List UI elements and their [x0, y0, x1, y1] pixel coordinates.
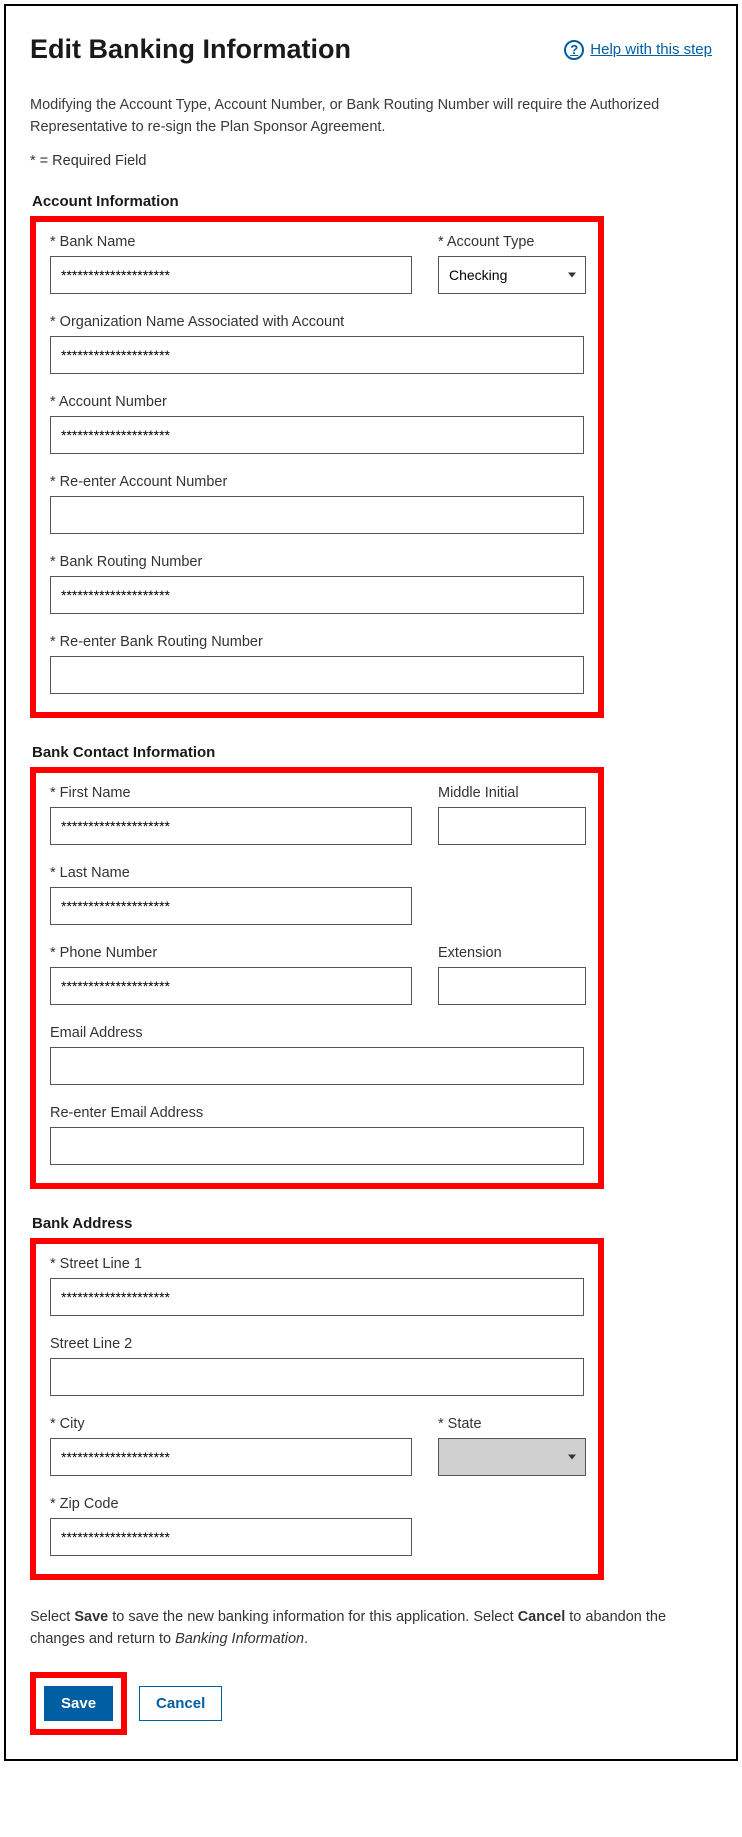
state-label: * State	[438, 1416, 586, 1432]
required-note: * = Required Field	[30, 153, 712, 169]
org-name-label: * Organization Name Associated with Acco…	[50, 314, 584, 330]
help-icon: ?	[564, 40, 584, 60]
account-info-box: * Bank Name * Account Type Checking * Or…	[30, 216, 604, 718]
bank-name-input[interactable]	[50, 256, 412, 294]
email-label: Email Address	[50, 1025, 584, 1041]
action-row: Save Cancel	[30, 1672, 712, 1735]
re-routing-number-input[interactable]	[50, 656, 584, 694]
bank-name-label: * Bank Name	[50, 234, 412, 250]
re-email-label: Re-enter Email Address	[50, 1105, 584, 1121]
last-name-input[interactable]	[50, 887, 412, 925]
street1-label: * Street Line 1	[50, 1256, 584, 1272]
section-heading-bank-address: Bank Address	[30, 1215, 712, 1232]
re-routing-number-label: * Re-enter Bank Routing Number	[50, 634, 584, 650]
account-type-select[interactable]: Checking	[438, 256, 586, 294]
routing-number-label: * Bank Routing Number	[50, 554, 584, 570]
page-title: Edit Banking Information	[30, 34, 351, 65]
state-select[interactable]	[438, 1438, 586, 1476]
middle-initial-input[interactable]	[438, 807, 586, 845]
account-number-label: * Account Number	[50, 394, 584, 410]
section-heading-contact-info: Bank Contact Information	[30, 744, 712, 761]
section-heading-account-info: Account Information	[30, 193, 712, 210]
cancel-button[interactable]: Cancel	[139, 1686, 222, 1721]
zip-input[interactable]	[50, 1518, 412, 1556]
re-account-number-label: * Re-enter Account Number	[50, 474, 584, 490]
street2-input[interactable]	[50, 1358, 584, 1396]
phone-input[interactable]	[50, 967, 412, 1005]
first-name-input[interactable]	[50, 807, 412, 845]
header-row: Edit Banking Information ? Help with thi…	[30, 34, 712, 65]
last-name-label: * Last Name	[50, 865, 412, 881]
zip-label: * Zip Code	[50, 1496, 412, 1512]
account-type-label: * Account Type	[438, 234, 586, 250]
first-name-label: * First Name	[50, 785, 412, 801]
account-number-input[interactable]	[50, 416, 584, 454]
city-input[interactable]	[50, 1438, 412, 1476]
extension-input[interactable]	[438, 967, 586, 1005]
contact-info-box: * First Name Middle Initial * Last Name …	[30, 767, 604, 1189]
routing-number-input[interactable]	[50, 576, 584, 614]
org-name-input[interactable]	[50, 336, 584, 374]
email-input[interactable]	[50, 1047, 584, 1085]
street1-input[interactable]	[50, 1278, 584, 1316]
extension-label: Extension	[438, 945, 586, 961]
bottom-instructions: Select Save to save the new banking info…	[30, 1606, 670, 1651]
city-label: * City	[50, 1416, 412, 1432]
middle-initial-label: Middle Initial	[438, 785, 586, 801]
page-container: Edit Banking Information ? Help with thi…	[4, 4, 738, 1761]
help-link[interactable]: ? Help with this step	[564, 40, 712, 60]
phone-label: * Phone Number	[50, 945, 412, 961]
save-button[interactable]: Save	[44, 1686, 113, 1721]
re-account-number-input[interactable]	[50, 496, 584, 534]
bank-address-box: * Street Line 1 Street Line 2 * City * S…	[30, 1238, 604, 1580]
street2-label: Street Line 2	[50, 1336, 584, 1352]
save-highlight: Save	[30, 1672, 127, 1735]
intro-text: Modifying the Account Type, Account Numb…	[30, 95, 712, 139]
re-email-input[interactable]	[50, 1127, 584, 1165]
help-link-label: Help with this step	[590, 41, 712, 58]
